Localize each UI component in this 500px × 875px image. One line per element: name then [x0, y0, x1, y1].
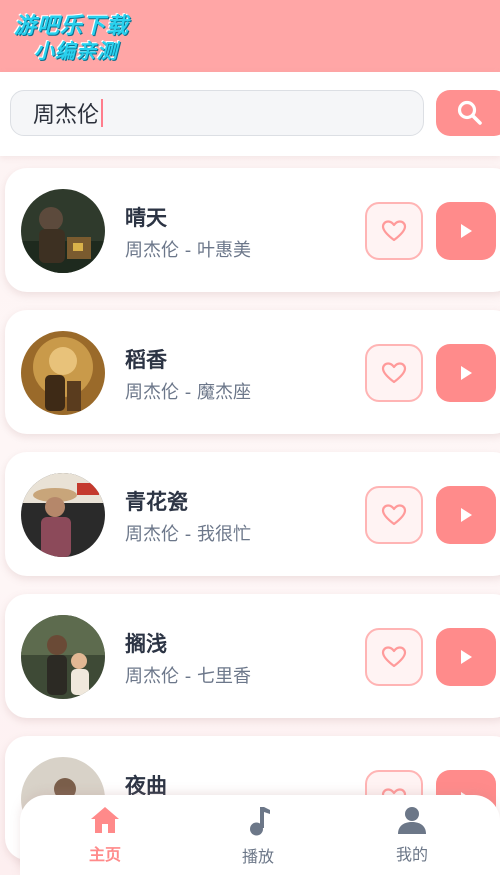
- song-artist-album: 周杰伦 - 魔杰座: [125, 382, 251, 403]
- music-note-icon: [250, 807, 270, 836]
- search-input-value: 周杰伦: [33, 103, 100, 128]
- play-button[interactable]: [436, 344, 496, 402]
- song-card[interactable]: 青花瓷 周杰伦 - 我很忙: [5, 452, 500, 576]
- search-button[interactable]: [436, 90, 500, 136]
- nav-item-home[interactable]: 主页: [60, 805, 150, 871]
- favorite-button[interactable]: [365, 628, 423, 686]
- search-icon: [457, 100, 482, 125]
- album-cover: [21, 615, 105, 699]
- favorite-button[interactable]: [365, 202, 423, 260]
- user-icon: [398, 807, 426, 834]
- song-title: 晴天: [125, 206, 167, 230]
- watermark-logo: 游吧乐下载 小编亲测: [14, 6, 144, 64]
- album-cover: [21, 473, 105, 557]
- nav-item-play[interactable]: 播放: [213, 805, 303, 871]
- song-card[interactable]: 搁浅 周杰伦 - 七里香: [5, 594, 500, 718]
- play-icon: [461, 366, 472, 380]
- heart-icon: [381, 646, 407, 668]
- play-button[interactable]: [436, 628, 496, 686]
- home-icon: [91, 807, 119, 833]
- song-title: 青花瓷: [125, 490, 188, 514]
- bottom-nav: 主页 播放 我的: [20, 795, 500, 875]
- top-header: 游吧乐下载 小编亲测: [0, 0, 500, 72]
- nav-label-me: 我的: [395, 845, 428, 864]
- song-artist-album: 周杰伦 - 七里香: [125, 666, 251, 687]
- song-artist-album: 周杰伦 - 叶惠美: [125, 240, 251, 261]
- heart-icon: [381, 504, 407, 526]
- play-icon: [461, 224, 472, 238]
- song-card[interactable]: 稻香 周杰伦 - 魔杰座: [5, 310, 500, 434]
- heart-icon: [381, 220, 407, 242]
- favorite-button[interactable]: [365, 344, 423, 402]
- heart-icon: [381, 362, 407, 384]
- album-cover: [21, 189, 105, 273]
- song-artist-album: 周杰伦 - 我很忙: [125, 524, 251, 545]
- play-button[interactable]: [436, 202, 496, 260]
- song-title: 搁浅: [125, 632, 167, 656]
- song-card[interactable]: 晴天 周杰伦 - 叶惠美: [5, 168, 500, 292]
- song-title: 稻香: [125, 348, 167, 372]
- favorite-button[interactable]: [365, 486, 423, 544]
- search-input[interactable]: 周杰伦: [10, 90, 424, 136]
- album-cover: [21, 331, 105, 415]
- watermark-line-2: 小编亲测: [34, 39, 118, 63]
- play-button[interactable]: [436, 486, 496, 544]
- play-icon: [461, 650, 472, 664]
- search-bar: 周杰伦: [0, 72, 500, 156]
- play-icon: [461, 508, 472, 522]
- nav-item-me[interactable]: 我的: [367, 805, 457, 871]
- nav-label-play: 播放: [241, 847, 274, 866]
- text-cursor: [101, 99, 104, 127]
- nav-label-home: 主页: [88, 845, 121, 864]
